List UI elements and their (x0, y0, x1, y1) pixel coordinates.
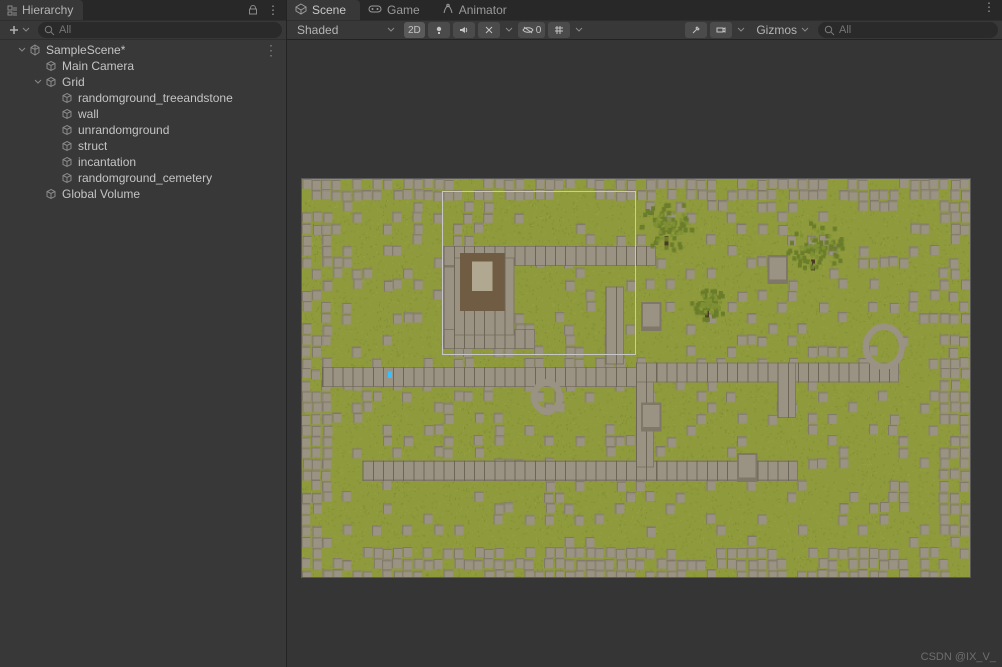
shading-mode-dropdown[interactable]: Shaded (291, 21, 401, 39)
tree-row[interactable]: randomground_treeandstone⋮ (0, 90, 286, 106)
tab-label: Animator (459, 3, 507, 17)
fx-dropdown[interactable] (503, 22, 515, 38)
cube-icon (60, 123, 74, 137)
cube-icon (44, 75, 58, 89)
chevron-down-icon (387, 26, 395, 34)
hierarchy-tree[interactable]: SampleScene*⋮Main Camera⋮Grid⋮randomgrou… (0, 40, 286, 667)
tree-row-label: randomground_cemetery (78, 171, 212, 185)
cube-icon (60, 107, 74, 121)
tree-row[interactable]: incantation⋮ (0, 154, 286, 170)
hierarchy-search[interactable] (38, 22, 282, 38)
scene-viewport[interactable]: CSDN @IX_V_ (287, 40, 1002, 667)
fx-toggle[interactable] (478, 22, 500, 38)
expand-arrow-icon (48, 124, 60, 136)
tree-row-label: Main Camera (62, 59, 134, 73)
tree-row[interactable]: wall⋮ (0, 106, 286, 122)
grid-toggle[interactable] (548, 22, 570, 38)
tree-row-label: Grid (62, 75, 85, 89)
chevron-down-icon (801, 26, 809, 34)
tree-row-label: Global Volume (62, 187, 140, 201)
camera-toggle[interactable] (710, 22, 732, 38)
kebab-icon[interactable]: ⋮ (264, 45, 278, 55)
tab-scene[interactable]: Scene (287, 0, 360, 20)
scene-toolbar: Shaded 2D 0 Gizmos (287, 20, 1002, 40)
tab-label: Game (387, 3, 420, 17)
unity-icon (28, 43, 42, 57)
hierarchy-tab-label: Hierarchy (22, 3, 73, 17)
cube-icon (60, 171, 74, 185)
cube-icon (60, 139, 74, 153)
scene-canvas[interactable] (301, 178, 971, 578)
hierarchy-tabbar: Hierarchy ⋮ (0, 0, 286, 20)
hierarchy-search-input[interactable] (59, 24, 276, 36)
search-icon (824, 25, 835, 36)
camera-dropdown[interactable] (735, 22, 747, 38)
kebab-icon[interactable]: ⋮ (982, 0, 996, 14)
scene-tabbar: Scene Game Animator ⋮ (287, 0, 1002, 20)
scene-search[interactable] (818, 22, 998, 38)
tree-row-label: wall (78, 107, 99, 121)
expand-arrow-icon (32, 188, 44, 200)
scene-panel: Scene Game Animator ⋮ Shaded 2D 0 Gizmos (287, 0, 1002, 667)
expand-arrow-icon (48, 156, 60, 168)
hierarchy-tab[interactable]: Hierarchy (0, 0, 83, 20)
lighting-toggle[interactable] (428, 22, 450, 38)
expand-arrow-icon (48, 172, 60, 184)
grid-dropdown[interactable] (573, 22, 585, 38)
watermark: CSDN @IX_V_ (921, 651, 996, 663)
tree-row[interactable]: SampleScene* ⋮ (0, 42, 286, 58)
animator-icon (442, 3, 454, 18)
tree-row[interactable]: Global Volume⋮ (0, 186, 286, 202)
hierarchy-icon (6, 4, 18, 16)
hierarchy-panel: Hierarchy ⋮ SampleScene*⋮Main Camera⋮Gri… (0, 0, 287, 667)
tree-row-label: randomground_treeandstone (78, 91, 233, 105)
create-button[interactable] (4, 24, 34, 36)
tree-row-label: struct (78, 139, 107, 153)
gizmos-label: Gizmos (756, 23, 797, 37)
hierarchy-toolbar (0, 20, 286, 40)
cube-icon (44, 187, 58, 201)
audio-toggle[interactable] (453, 22, 475, 38)
scene-search-input[interactable] (839, 24, 992, 36)
tree-row-label: incantation (78, 155, 136, 169)
expand-arrow-icon (48, 92, 60, 104)
tree-row[interactable]: randomground_cemetery⋮ (0, 170, 286, 186)
expand-arrow-icon (48, 108, 60, 120)
tree-row[interactable]: unrandomground⋮ (0, 122, 286, 138)
gizmos-dropdown[interactable]: Gizmos (750, 23, 815, 37)
tree-row-label: unrandomground (78, 123, 169, 137)
tree-row[interactable]: struct⋮ (0, 138, 286, 154)
tab-label: Scene (312, 3, 346, 17)
tree-row[interactable]: Grid⋮ (0, 74, 286, 90)
scene-icon (295, 3, 307, 18)
game-icon (368, 3, 382, 17)
cube-icon (44, 59, 58, 73)
lock-icon[interactable] (246, 3, 260, 17)
tree-row-label: SampleScene* (46, 43, 125, 57)
cube-icon (60, 155, 74, 169)
expand-arrow-icon (48, 140, 60, 152)
chevron-down-icon (22, 26, 30, 34)
kebab-icon[interactable]: ⋮ (266, 3, 280, 17)
expand-arrow-icon[interactable] (32, 76, 44, 88)
tree-row[interactable]: Main Camera⋮ (0, 58, 286, 74)
expand-arrow-icon (32, 60, 44, 72)
expand-arrow-icon[interactable] (16, 44, 28, 56)
shading-mode-label: Shaded (297, 23, 338, 37)
search-icon (44, 25, 55, 36)
2d-toggle[interactable]: 2D (404, 22, 425, 38)
visibility-toggle[interactable]: 0 (518, 22, 546, 38)
tab-game[interactable]: Game (360, 0, 434, 20)
tools-toggle[interactable] (685, 22, 707, 38)
cube-icon (60, 91, 74, 105)
tab-animator[interactable]: Animator (434, 0, 521, 20)
